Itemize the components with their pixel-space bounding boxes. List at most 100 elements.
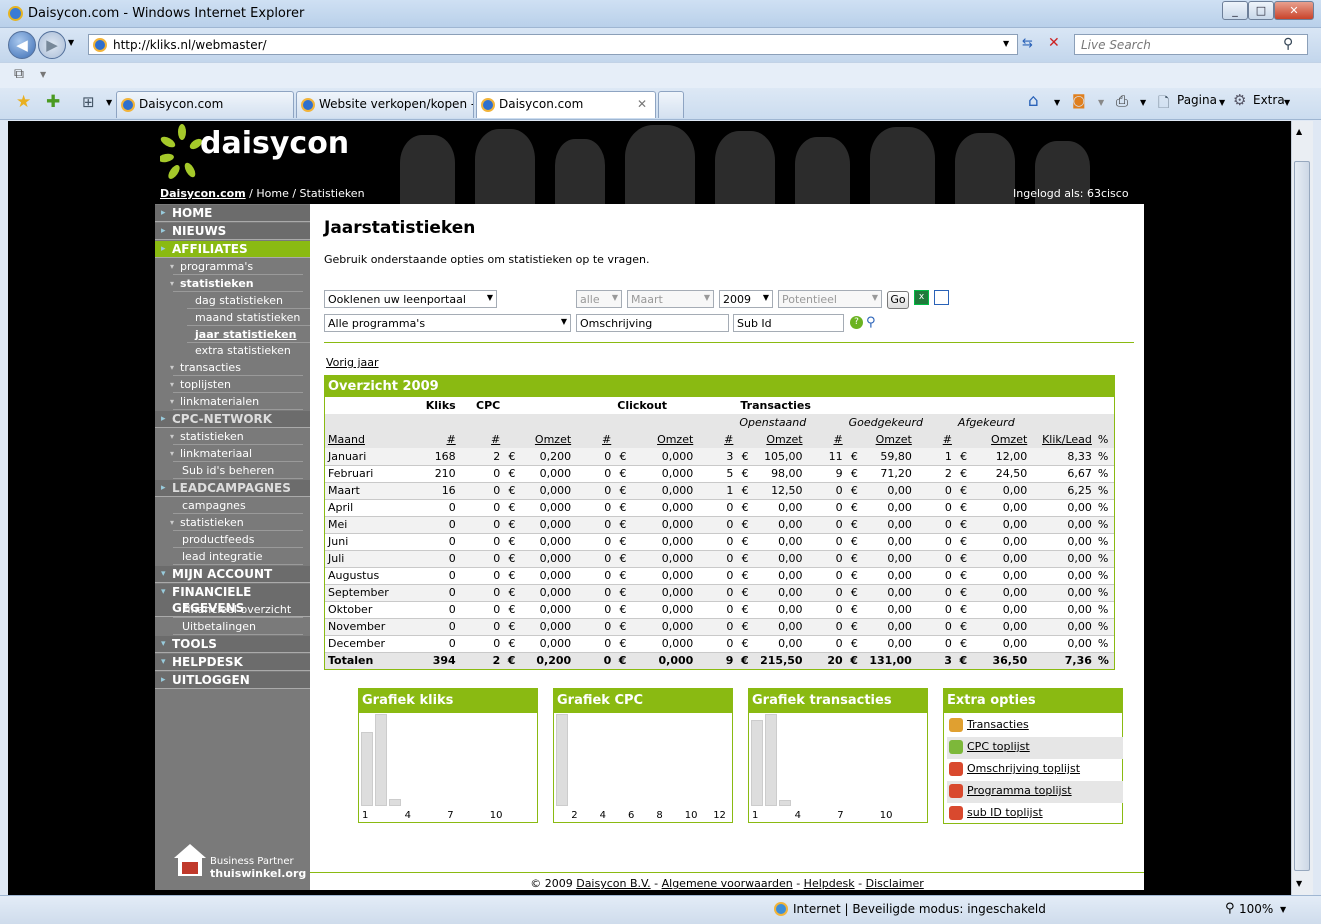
menu-cpc-linkmateriaal[interactable]: linkmateriaal bbox=[170, 446, 303, 462]
menu-lead-statistieken[interactable]: statistieken bbox=[170, 515, 303, 531]
search-box[interactable]: Live Search ⚲ bbox=[1074, 34, 1308, 55]
page-menu[interactable]: Pagina bbox=[1177, 93, 1217, 107]
sort-good-omzet-link[interactable]: Omzet bbox=[845, 431, 915, 448]
sort-open-link[interactable]: # bbox=[696, 431, 737, 448]
stop-icon[interactable]: ✕ bbox=[1048, 35, 1060, 51]
menu-maand-statistieken[interactable]: maand statistieken bbox=[187, 310, 310, 326]
menu-lead-integratie[interactable]: lead integratie bbox=[173, 549, 303, 565]
sort-good-link[interactable]: # bbox=[805, 431, 846, 448]
search-icon[interactable]: ⚲ bbox=[1283, 36, 1293, 52]
extra-programma-toplijst-link[interactable]: Programma toplijst bbox=[947, 781, 1123, 803]
tools-menu[interactable]: Extra bbox=[1253, 93, 1285, 107]
zoom-level[interactable]: 100% bbox=[1239, 902, 1273, 916]
footer-disclaimer-link[interactable]: Disclaimer bbox=[866, 877, 924, 890]
page-scrollbar[interactable]: ▲ ▼ bbox=[1291, 121, 1313, 895]
menu-productfeeds[interactable]: productfeeds bbox=[173, 532, 303, 548]
extra-subid-toplijst-link[interactable]: sub ID toplijst bbox=[947, 803, 1123, 825]
footer-terms-link[interactable]: Algemene voorwaarden bbox=[662, 877, 793, 890]
footer-company-link[interactable]: Daisycon B.V. bbox=[576, 877, 650, 890]
page-menu-icon[interactable]: 🗋 bbox=[1158, 92, 1169, 116]
go-button[interactable]: Go bbox=[887, 291, 909, 309]
breadcrumb-home-link[interactable]: Daisycon.com bbox=[160, 187, 246, 200]
subid-input[interactable]: Sub Id bbox=[733, 314, 844, 332]
search-input[interactable]: Live Search bbox=[1081, 38, 1151, 52]
address-input[interactable]: http://kliks.nl/webmaster/ bbox=[113, 38, 267, 52]
sort-kliklead-link[interactable]: Klik/Lead bbox=[1030, 431, 1095, 448]
footer-helpdesk-link[interactable]: Helpdesk bbox=[804, 877, 855, 890]
tab-list-dropdown-icon[interactable]: ▼ bbox=[106, 98, 112, 107]
address-dropdown-icon[interactable]: ▼ bbox=[1003, 39, 1009, 48]
favorites-star-icon[interactable]: ★ bbox=[16, 92, 31, 112]
menu-financieel-overzicht[interactable]: Financieel overzicht bbox=[173, 602, 303, 618]
menu-subids[interactable]: Sub id's beheren bbox=[173, 463, 303, 479]
programs-select[interactable]: Alle programma's ▼ bbox=[324, 314, 571, 332]
menu-campagnes[interactable]: campagnes bbox=[173, 498, 303, 514]
close-window-button[interactable]: ✕ bbox=[1274, 1, 1314, 20]
search-filter-icon[interactable]: ⚲ bbox=[866, 315, 876, 330]
add-favorite-icon[interactable]: ✚ bbox=[46, 92, 60, 112]
menu-toplijsten[interactable]: toplijsten bbox=[170, 377, 303, 393]
print-export-icon[interactable] bbox=[934, 290, 949, 305]
menu-linkmaterialen[interactable]: linkmaterialen bbox=[170, 394, 303, 410]
status-select[interactable]: Potentieel ▼ bbox=[778, 290, 882, 308]
new-tab-button[interactable] bbox=[658, 91, 684, 118]
menu-jaar-statistieken[interactable]: jaar statistieken bbox=[187, 327, 310, 343]
feeds-icon[interactable]: ◙ bbox=[1072, 93, 1086, 109]
tab-daisycon-1[interactable]: Daisycon.com bbox=[116, 91, 294, 118]
sort-clickout-link[interactable]: # bbox=[574, 431, 615, 448]
feeds-dropdown-icon[interactable]: ▼ bbox=[1098, 98, 1104, 107]
tab-daisycon-active[interactable]: Daisycon.com ✕ bbox=[476, 91, 656, 118]
excel-export-icon[interactable]: x bbox=[914, 290, 929, 305]
close-tab-icon[interactable]: ✕ bbox=[637, 92, 647, 117]
month-select[interactable]: Maart ▼ bbox=[627, 290, 714, 308]
menu-mijn-account[interactable]: MIJN ACCOUNT bbox=[155, 566, 310, 583]
address-bar[interactable]: http://kliks.nl/webmaster/ ▼ bbox=[88, 34, 1018, 55]
home-dropdown-icon[interactable]: ▼ bbox=[1054, 98, 1060, 107]
print-icon[interactable]: ⎙ bbox=[1116, 92, 1128, 110]
compat-icon[interactable]: ⧉ bbox=[14, 66, 24, 82]
help-icon[interactable]: ? bbox=[850, 316, 863, 329]
quick-tabs-icon[interactable]: ⊞ bbox=[82, 93, 95, 111]
description-input[interactable]: Omschrijving bbox=[576, 314, 729, 332]
menu-cpc-network[interactable]: CPC-NETWORK bbox=[155, 411, 310, 428]
menu-helpdesk[interactable]: HELPDESK bbox=[155, 654, 310, 671]
menu-tools[interactable]: TOOLS bbox=[155, 636, 310, 653]
tab-website-verkopen[interactable]: Website verkopen/kopen -... bbox=[296, 91, 474, 118]
gear-icon[interactable]: ⚙ bbox=[1233, 91, 1246, 109]
menu-nieuws[interactable]: NIEUWS bbox=[155, 223, 310, 240]
tools-dropdown-icon[interactable]: ▼ bbox=[1284, 98, 1290, 107]
menu-leadcampagnes[interactable]: LEADCAMPAGNES bbox=[155, 480, 310, 497]
zoom-dropdown-icon[interactable]: ▼ bbox=[1280, 905, 1286, 914]
page-dropdown-icon[interactable]: ▼ bbox=[1219, 98, 1225, 107]
sort-cpc-link[interactable]: # bbox=[458, 431, 504, 448]
year-select[interactable]: 2009 ▼ bbox=[719, 290, 773, 308]
history-dropdown-icon[interactable]: ▼ bbox=[68, 38, 74, 47]
menu-home[interactable]: HOME bbox=[155, 205, 310, 222]
sort-clickout-omzet-link[interactable]: Omzet bbox=[614, 431, 697, 448]
prev-year-link[interactable]: Vorig jaar bbox=[326, 356, 379, 369]
home-icon[interactable]: ⌂ bbox=[1028, 91, 1039, 111]
extra-transacties-link[interactable]: Transacties bbox=[947, 715, 1123, 737]
sort-bad-link[interactable]: # bbox=[914, 431, 955, 448]
sort-maand-link[interactable]: Maand bbox=[325, 431, 415, 448]
extra-cpc-toplijst-link[interactable]: CPC toplijst bbox=[947, 737, 1123, 759]
refresh-icon[interactable]: ⇆ bbox=[1022, 36, 1033, 51]
menu-uitbetalingen[interactable]: Uitbetalingen bbox=[173, 619, 303, 635]
forward-button[interactable]: ▶ bbox=[38, 31, 66, 59]
sort-kliks-link[interactable]: # bbox=[414, 431, 459, 448]
menu-extra-statistieken[interactable]: extra statistieken bbox=[187, 343, 310, 358]
sort-cpc-omzet-link[interactable]: Omzet bbox=[503, 431, 575, 448]
scroll-thumb[interactable] bbox=[1294, 161, 1310, 871]
menu-cpc-statistieken[interactable]: statistieken bbox=[170, 429, 303, 445]
menu-uitloggen[interactable]: UITLOGGEN bbox=[155, 672, 310, 689]
zoom-icon[interactable]: ⚲ bbox=[1225, 901, 1235, 916]
maximize-button[interactable]: □ bbox=[1248, 1, 1274, 20]
scroll-down-icon[interactable]: ▼ bbox=[1296, 879, 1302, 888]
minimize-button[interactable]: _ bbox=[1222, 1, 1248, 20]
print-dropdown-icon[interactable]: ▼ bbox=[1140, 98, 1146, 107]
sort-open-omzet-link[interactable]: Omzet bbox=[736, 431, 806, 448]
menu-programmas[interactable]: programma's bbox=[170, 259, 303, 275]
scroll-up-icon[interactable]: ▲ bbox=[1296, 127, 1302, 136]
menu-dag-statistieken[interactable]: dag statistieken bbox=[187, 293, 310, 309]
menu-affiliates[interactable]: AFFILIATES bbox=[155, 241, 310, 258]
